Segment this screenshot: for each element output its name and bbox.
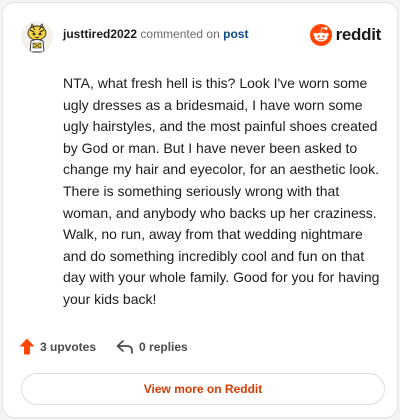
reddit-wordmark: reddit (335, 25, 382, 44)
comment-meta: justtired2022 commented on post (63, 26, 248, 42)
view-more-button[interactable]: View more on Reddit (21, 373, 385, 405)
snoo-avatar-icon (21, 21, 53, 53)
post-link[interactable]: post (223, 27, 248, 41)
upvote-button[interactable]: 3 upvotes (19, 338, 96, 355)
reply-count: 0 replies (139, 339, 188, 354)
reply-arrow-icon (116, 339, 133, 354)
action-text: commented on (140, 27, 220, 41)
comment-body: NTA, what fresh hell is this? Look I've … (63, 75, 380, 307)
comment-actions: 3 upvotes 0 replies (19, 338, 188, 355)
upvote-arrow-icon (19, 338, 35, 355)
username-link[interactable]: justtired2022 (63, 27, 137, 41)
reddit-snoo-icon (309, 24, 332, 46)
comment-embed-card: justtired2022 commented on post reddit N… (2, 2, 398, 418)
reddit-brand[interactable]: reddit (309, 24, 382, 46)
user-avatar[interactable] (21, 21, 53, 53)
reply-button[interactable]: 0 replies (116, 339, 188, 355)
upvote-count: 3 upvotes (40, 339, 97, 354)
